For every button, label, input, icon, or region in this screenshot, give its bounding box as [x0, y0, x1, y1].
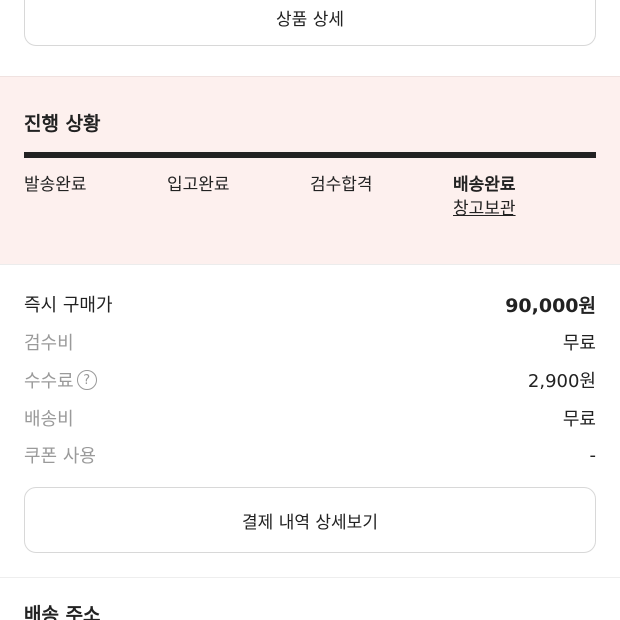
progress-step-inspection-passed: 검수합격 — [310, 175, 373, 195]
price-value: 2,900원 — [527, 371, 596, 392]
price-value: 90,000원 — [505, 294, 596, 317]
progress-step-delivered: 배송완료 — [453, 175, 516, 195]
price-row-inspection-fee: 검수비 무료 — [24, 329, 596, 355]
price-row-shipping-fee: 배송비 무료 — [24, 405, 596, 431]
price-value: - — [589, 444, 597, 466]
price-row-instant-buy: 즉시 구매가 90,000원 — [24, 291, 596, 317]
price-label-wrap: 수수료 ? — [24, 367, 97, 393]
warehouse-storage-link[interactable]: 창고보관 — [453, 194, 516, 219]
section-divider — [0, 577, 620, 578]
progress-section: 진행 상황 발송완료 입고완료 검수합격 배송완료 창고보관 — [0, 76, 620, 265]
shipping-address-title: 배송 주소 — [24, 604, 101, 620]
progress-step-shipped: 발송완료 — [24, 175, 87, 195]
progress-step-received: 입고완료 — [167, 175, 230, 195]
question-circle-icon[interactable]: ? — [76, 370, 97, 390]
price-label: 쿠폰 사용 — [24, 446, 96, 467]
product-detail-button[interactable]: 상품 상세 — [24, 0, 596, 46]
price-label: 수수료 — [24, 371, 74, 392]
price-label: 즉시 구매가 — [24, 295, 113, 316]
price-value: 무료 — [562, 409, 596, 430]
progress-bar — [24, 152, 596, 158]
progress-title: 진행 상황 — [24, 113, 101, 135]
price-label: 검수비 — [24, 333, 74, 354]
price-summary-section: 즉시 구매가 90,000원 검수비 무료 수수료 ? 2,900원 배송비 무… — [0, 265, 620, 577]
price-label: 배송비 — [24, 409, 74, 430]
price-value: 무료 — [562, 333, 596, 354]
payment-details-button[interactable]: 결제 내역 상세보기 — [24, 487, 596, 553]
price-row-commission: 수수료 ? 2,900원 — [24, 367, 596, 393]
product-detail-section: 상품 상세 — [0, 0, 620, 76]
price-row-coupon: 쿠폰 사용 - — [24, 442, 596, 468]
